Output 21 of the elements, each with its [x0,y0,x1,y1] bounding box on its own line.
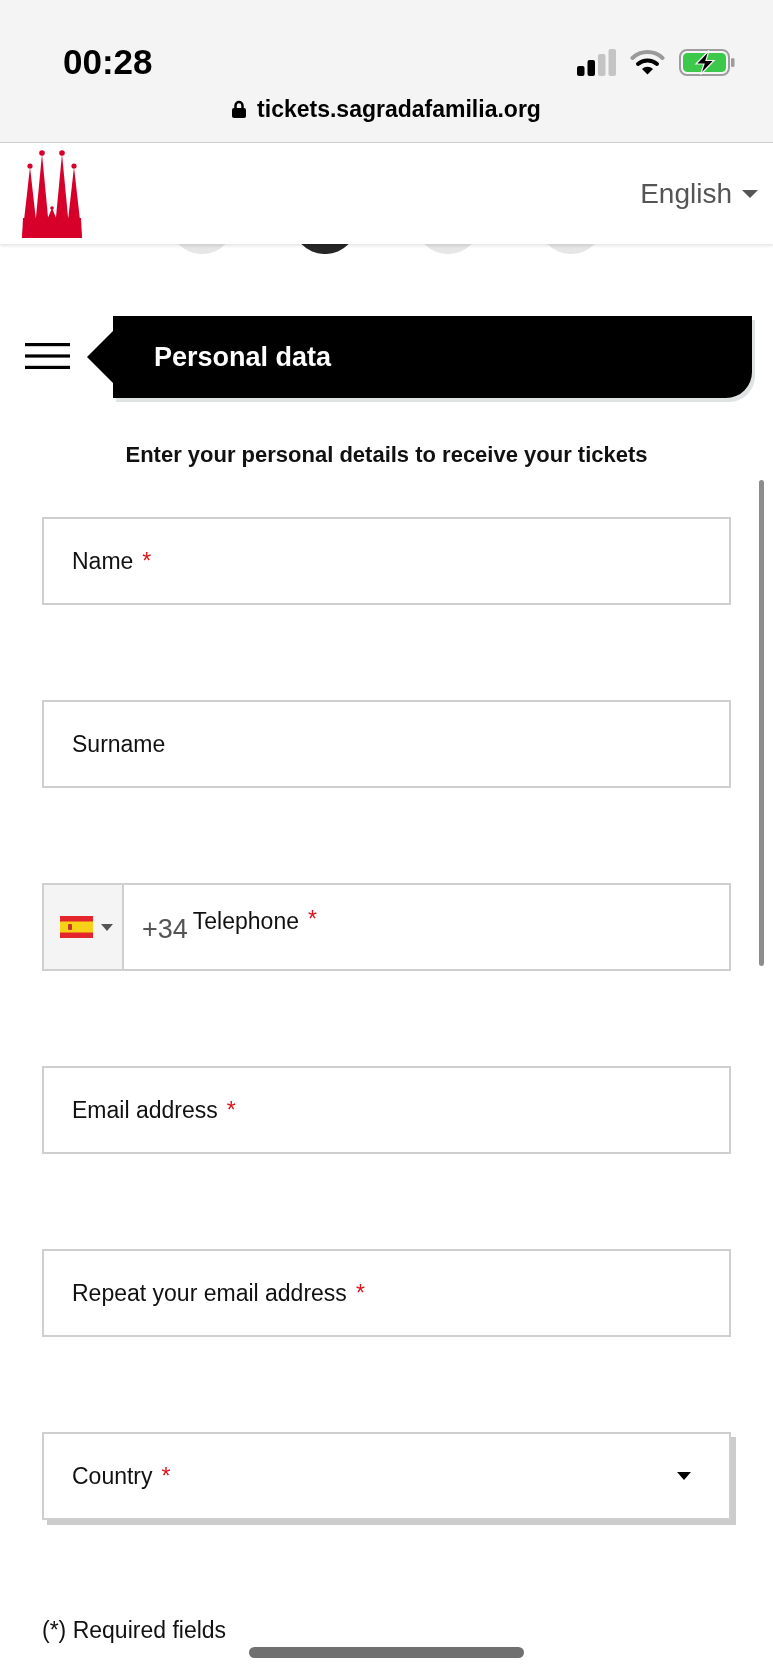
spires-logo-icon[interactable] [22,149,82,238]
caret-icon [677,1472,691,1480]
country-code-picker[interactable] [44,885,124,969]
url-text[interactable]: tickets.sagradafamilia.org [257,94,541,124]
battery-charging-icon [679,48,735,76]
caret-icon [101,923,113,931]
input-field[interactable]: Email address * [42,1066,731,1154]
clock-time: 00:28 [63,41,153,83]
signal-icon [577,48,616,76]
flag-icon [60,916,93,938]
menu-icon[interactable] [25,343,70,369]
input-field[interactable]: Surname [42,700,731,788]
language-dropdown[interactable]: English [640,177,758,210]
input-field[interactable]: Name * [42,517,731,605]
required-note: (*) Required fields [42,1616,228,1644]
caret-icon [742,189,758,198]
section-title: Personal data [154,341,332,373]
intro-text: Enter your personal details to receive your tickets [124,441,649,469]
input-field[interactable]: Repeat your email address * [42,1249,731,1337]
wifi-icon [630,49,665,75]
lock-icon [232,100,247,118]
